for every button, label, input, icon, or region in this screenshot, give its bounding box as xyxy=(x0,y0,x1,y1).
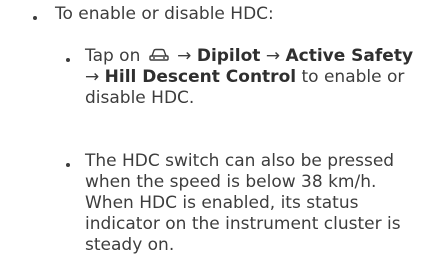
menu-path-hill-descent-control: Hill Descent Control xyxy=(104,67,297,87)
arrow-icon: → xyxy=(85,67,100,87)
list-item-text: To enable or disable HDC: xyxy=(55,4,274,24)
list-item-text: The HDC switch can also be pressed when … xyxy=(85,151,401,255)
menu-path-active-safety: Active Safety xyxy=(285,46,414,66)
bullet-icon xyxy=(33,16,37,20)
arrow-icon: → xyxy=(265,46,281,66)
list-item-text: Tap on → Dipilot → Active Safety → Hill D… xyxy=(85,46,425,109)
menu-path-dipilot: Dipilot xyxy=(196,46,261,66)
instruction-prefix: Tap on xyxy=(85,46,146,66)
bullet-icon xyxy=(66,163,70,167)
arrow-icon: → xyxy=(177,46,192,66)
car-icon xyxy=(149,48,169,61)
bullet-icon xyxy=(66,58,70,62)
